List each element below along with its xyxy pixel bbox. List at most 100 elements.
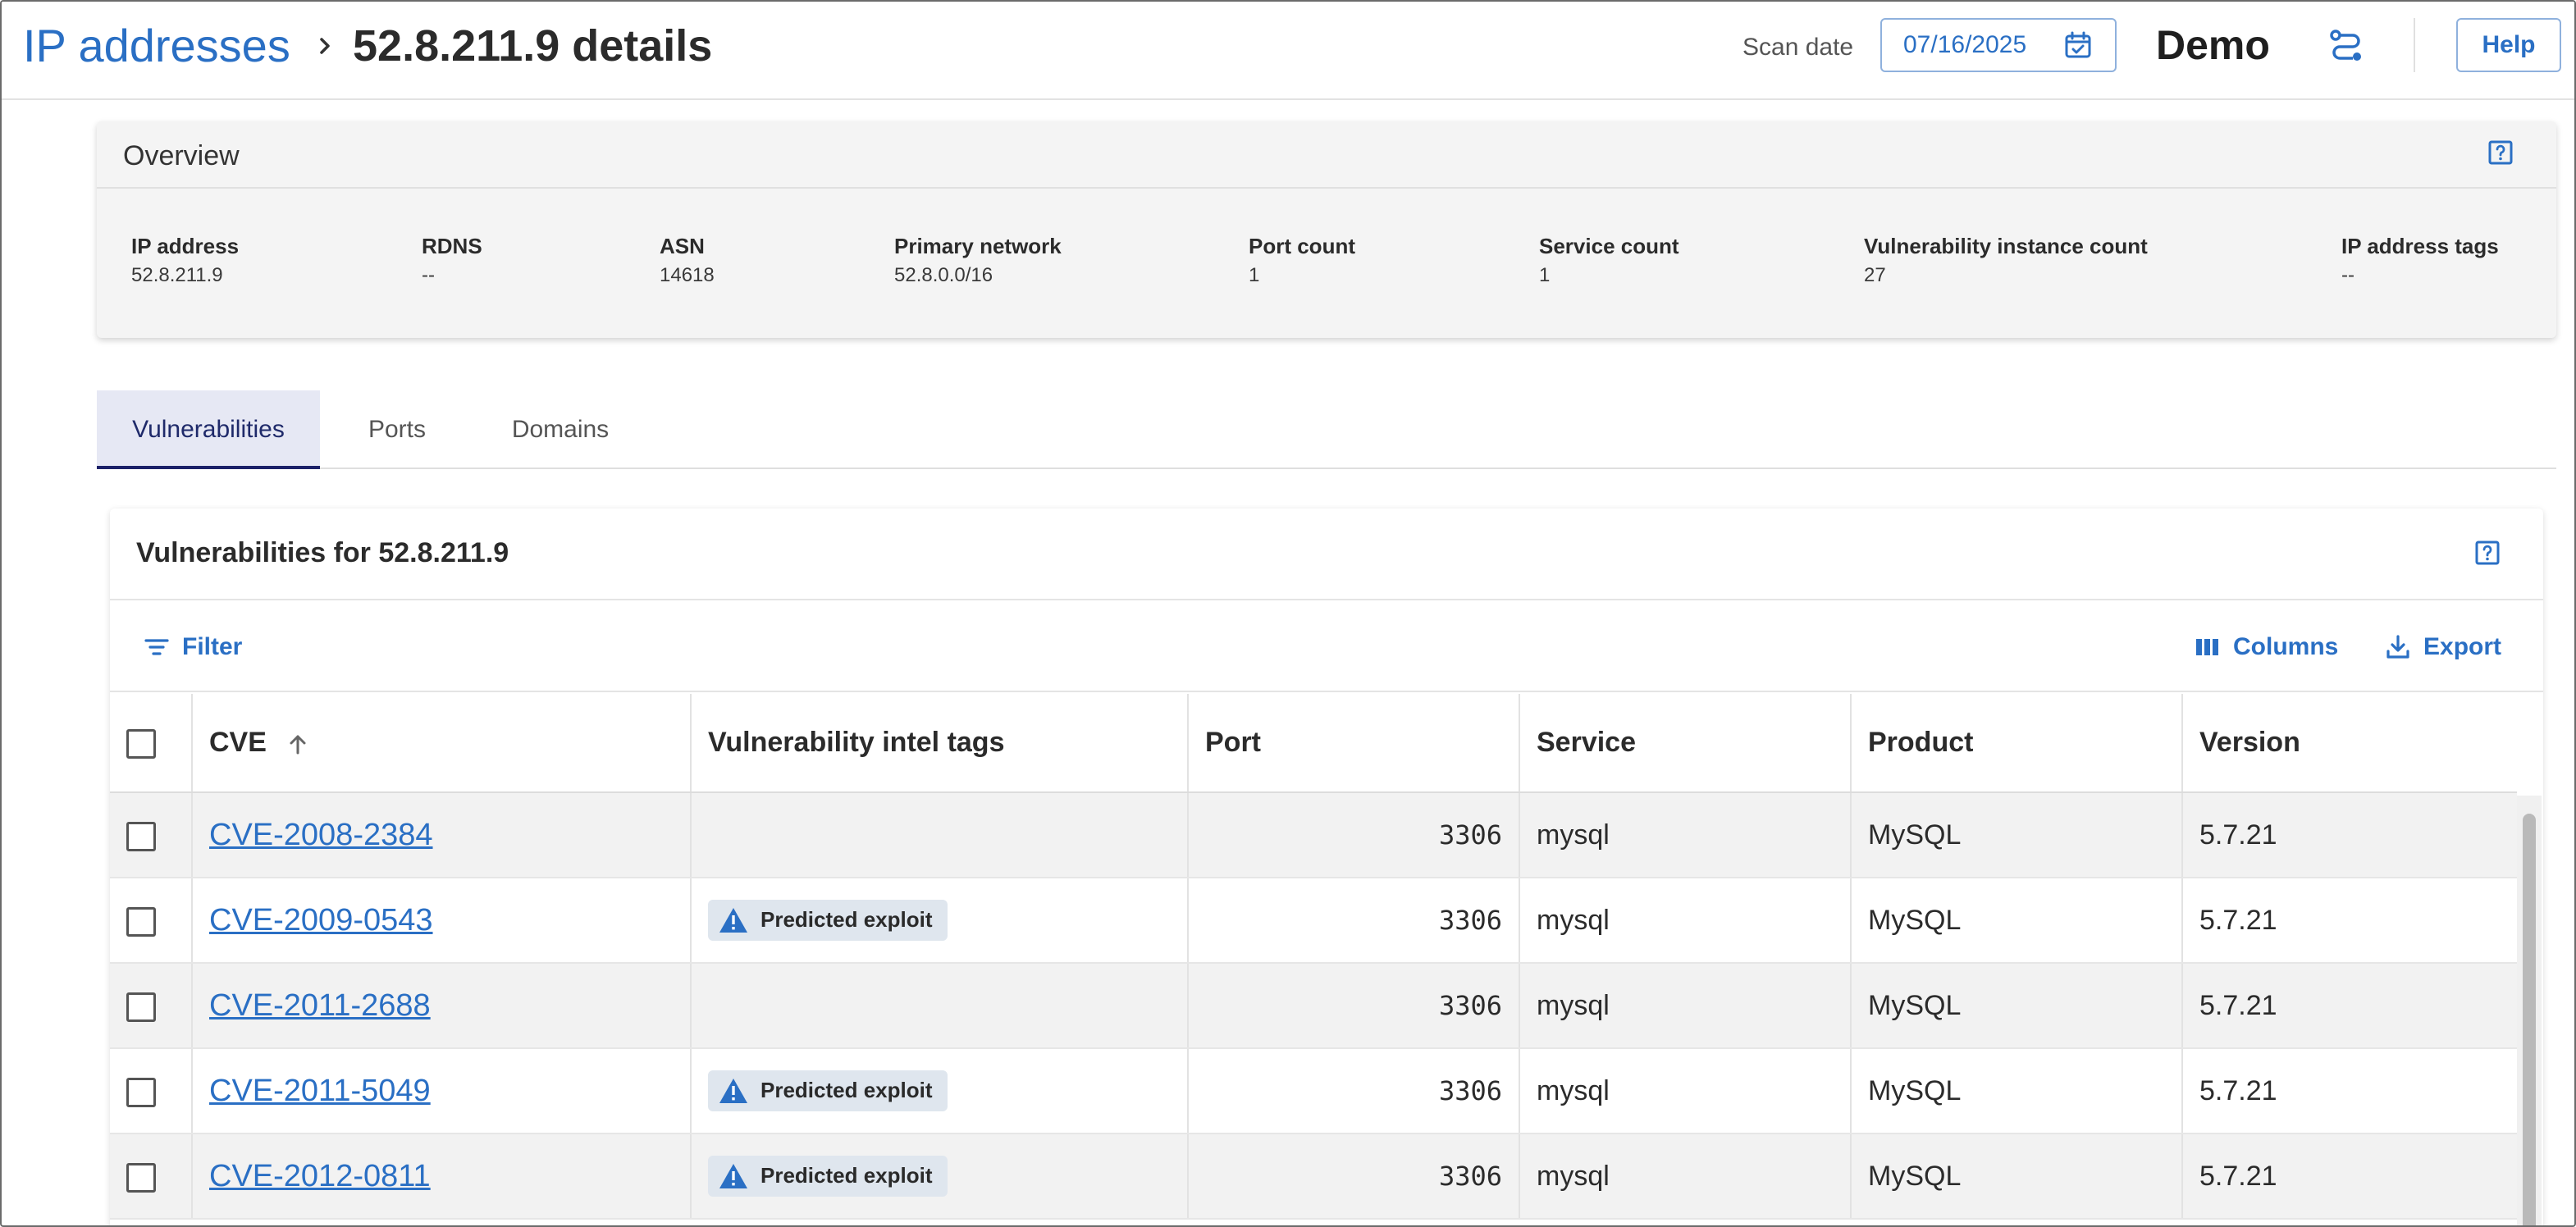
tab-ports[interactable]: Ports: [338, 390, 456, 469]
cve-link[interactable]: CVE-2008-2384: [209, 818, 433, 852]
field-label: IP address tags: [2341, 234, 2499, 258]
workspace-name: Demo: [2156, 22, 2270, 68]
column-header-product[interactable]: Product: [1851, 694, 2183, 793]
filter-label: Filter: [182, 633, 243, 660]
overview-field-service-count: Service count 1: [1539, 233, 1679, 289]
tag-label: Predicted exploit: [760, 1163, 933, 1188]
column-header-port[interactable]: Port: [1188, 694, 1520, 793]
service-cell: mysql: [1519, 792, 1852, 878]
row-select-cell: [110, 1048, 193, 1134]
row-select-cell: [110, 963, 193, 1049]
row-checkbox[interactable]: [126, 1162, 156, 1193]
cve-link[interactable]: CVE-2011-5049: [209, 1074, 431, 1108]
cve-link[interactable]: CVE-2012-0811: [209, 1159, 431, 1193]
tag-label: Predicted exploit: [760, 907, 933, 932]
version-cell: 5.7.21: [2182, 963, 2517, 1049]
scan-date-picker[interactable]: 07/16/2025: [1880, 18, 2117, 72]
field-label: Vulnerability instance count: [1864, 234, 2148, 258]
scan-date-value: 07/16/2025: [1903, 31, 2027, 58]
chevron-right-icon: [320, 38, 330, 54]
version-cell: 5.7.21: [2182, 1133, 2517, 1220]
table-row: CVE-2009-0543 Predicted exploit 3306 mys…: [110, 878, 2517, 964]
table-row: CVE-2008-2384 3306 mysql MySQL 5.7.21: [110, 792, 2517, 878]
question-square-icon[interactable]: [2474, 540, 2501, 566]
overview-field-rdns: RDNS --: [422, 233, 482, 289]
vulnerabilities-table: CVE Vulnerability intel tags Port Servic…: [110, 694, 2517, 1220]
detail-tabs: Vulnerabilities Ports Domains: [97, 390, 2556, 469]
columns-icon: [2196, 639, 2218, 655]
field-value: 1: [1539, 264, 1551, 286]
warning-triangle-icon: [719, 907, 747, 933]
cve-cell: CVE-2011-2688: [192, 963, 692, 1049]
port-cell: 3306: [1188, 963, 1520, 1049]
overview-field-ip-address: IP address 52.8.211.9: [131, 233, 239, 289]
route-icon[interactable]: [2328, 28, 2364, 64]
version-cell: 5.7.21: [2182, 1048, 2517, 1134]
column-header-version[interactable]: Version: [2182, 694, 2517, 793]
row-checkbox[interactable]: [126, 821, 156, 851]
select-all-cell: [110, 694, 193, 793]
overview-field-primary-network: Primary network 52.8.0.0/16: [894, 233, 1062, 289]
vulnerabilities-header: Vulnerabilities for 52.8.211.9: [110, 509, 2543, 600]
table-toolbar: Filter Columns Export: [110, 600, 2543, 692]
app-window: IP addresses 52.8.211.9 details Scan dat…: [0, 0, 2576, 1227]
overview-title: Overview: [123, 140, 240, 171]
arrow-up-icon[interactable]: [285, 732, 310, 756]
breadcrumb-ip-addresses-link[interactable]: IP addresses: [23, 20, 290, 72]
scrollbar-thumb[interactable]: [2523, 814, 2536, 1225]
column-header-service[interactable]: Service: [1519, 694, 1852, 793]
table-row: CVE-2012-0811 Predicted exploit 3306 mys…: [110, 1133, 2517, 1220]
predicted-exploit-tag: Predicted exploit: [708, 899, 948, 941]
export-button[interactable]: Export: [2384, 630, 2501, 664]
field-label: Port count: [1249, 234, 1355, 258]
overview-card: Overview IP address 52.8.211.9 RDNS -- A…: [97, 121, 2556, 338]
cve-cell: CVE-2011-5049: [192, 1048, 692, 1134]
help-button[interactable]: Help: [2456, 18, 2561, 72]
cve-link[interactable]: CVE-2011-2688: [209, 988, 431, 1023]
field-value: --: [422, 264, 435, 286]
version-cell: 5.7.21: [2182, 878, 2517, 964]
field-label: Primary network: [894, 234, 1062, 258]
row-select-cell: [110, 878, 193, 964]
table-body: CVE-2008-2384 3306 mysql MySQL 5.7.21 CV…: [110, 792, 2517, 1220]
tab-vulnerabilities[interactable]: Vulnerabilities: [97, 390, 320, 469]
row-checkbox[interactable]: [126, 992, 156, 1022]
select-all-checkbox[interactable]: [126, 729, 156, 759]
question-square-icon[interactable]: [2487, 139, 2514, 166]
cve-link[interactable]: CVE-2009-0543: [209, 903, 433, 937]
field-value: 52.8.211.9: [131, 264, 223, 286]
filter-lines-icon: [144, 639, 169, 655]
port-cell: 3306: [1188, 792, 1520, 878]
calendar-check-icon[interactable]: [2064, 31, 2092, 59]
field-label: Service count: [1539, 234, 1679, 258]
service-cell: mysql: [1519, 1133, 1852, 1220]
intel-tags-cell: Predicted exploit: [691, 1133, 1189, 1220]
columns-button[interactable]: Columns: [2194, 630, 2338, 664]
port-cell: 3306: [1188, 1133, 1520, 1220]
column-header-intel-tags[interactable]: Vulnerability intel tags: [691, 694, 1189, 793]
predicted-exploit-tag: Predicted exploit: [708, 1070, 948, 1111]
intel-tags-cell: [691, 792, 1189, 878]
intel-tags-cell: Predicted exploit: [691, 878, 1189, 964]
download-icon: [2386, 635, 2409, 659]
page-header: IP addresses 52.8.211.9 details Scan dat…: [2, 2, 2574, 100]
cve-cell: CVE-2008-2384: [192, 792, 692, 878]
field-label: RDNS: [422, 234, 482, 258]
version-cell: 5.7.21: [2182, 792, 2517, 878]
table-scrollbar[interactable]: [2517, 796, 2542, 1225]
product-cell: MySQL: [1851, 878, 2183, 964]
cve-cell: CVE-2009-0543: [192, 878, 692, 964]
overview-field-asn: ASN 14618: [660, 233, 715, 289]
overview-field-vulnerability-instance-count: Vulnerability instance count 27: [1864, 233, 2148, 289]
tab-domains[interactable]: Domains: [474, 390, 646, 469]
product-cell: MySQL: [1851, 1133, 2183, 1220]
row-checkbox[interactable]: [126, 906, 156, 937]
table-header-row: CVE Vulnerability intel tags Port Servic…: [110, 694, 2517, 793]
vulnerabilities-card: Vulnerabilities for 52.8.211.9 Filter Co…: [110, 509, 2543, 1225]
vulnerabilities-title: Vulnerabilities for 52.8.211.9: [136, 537, 509, 568]
row-checkbox[interactable]: [126, 1077, 156, 1107]
scan-date-label: Scan date: [1742, 34, 1854, 61]
filter-button[interactable]: Filter: [143, 630, 242, 664]
product-cell: MySQL: [1851, 963, 2183, 1049]
column-header-cve[interactable]: CVE: [192, 694, 692, 793]
